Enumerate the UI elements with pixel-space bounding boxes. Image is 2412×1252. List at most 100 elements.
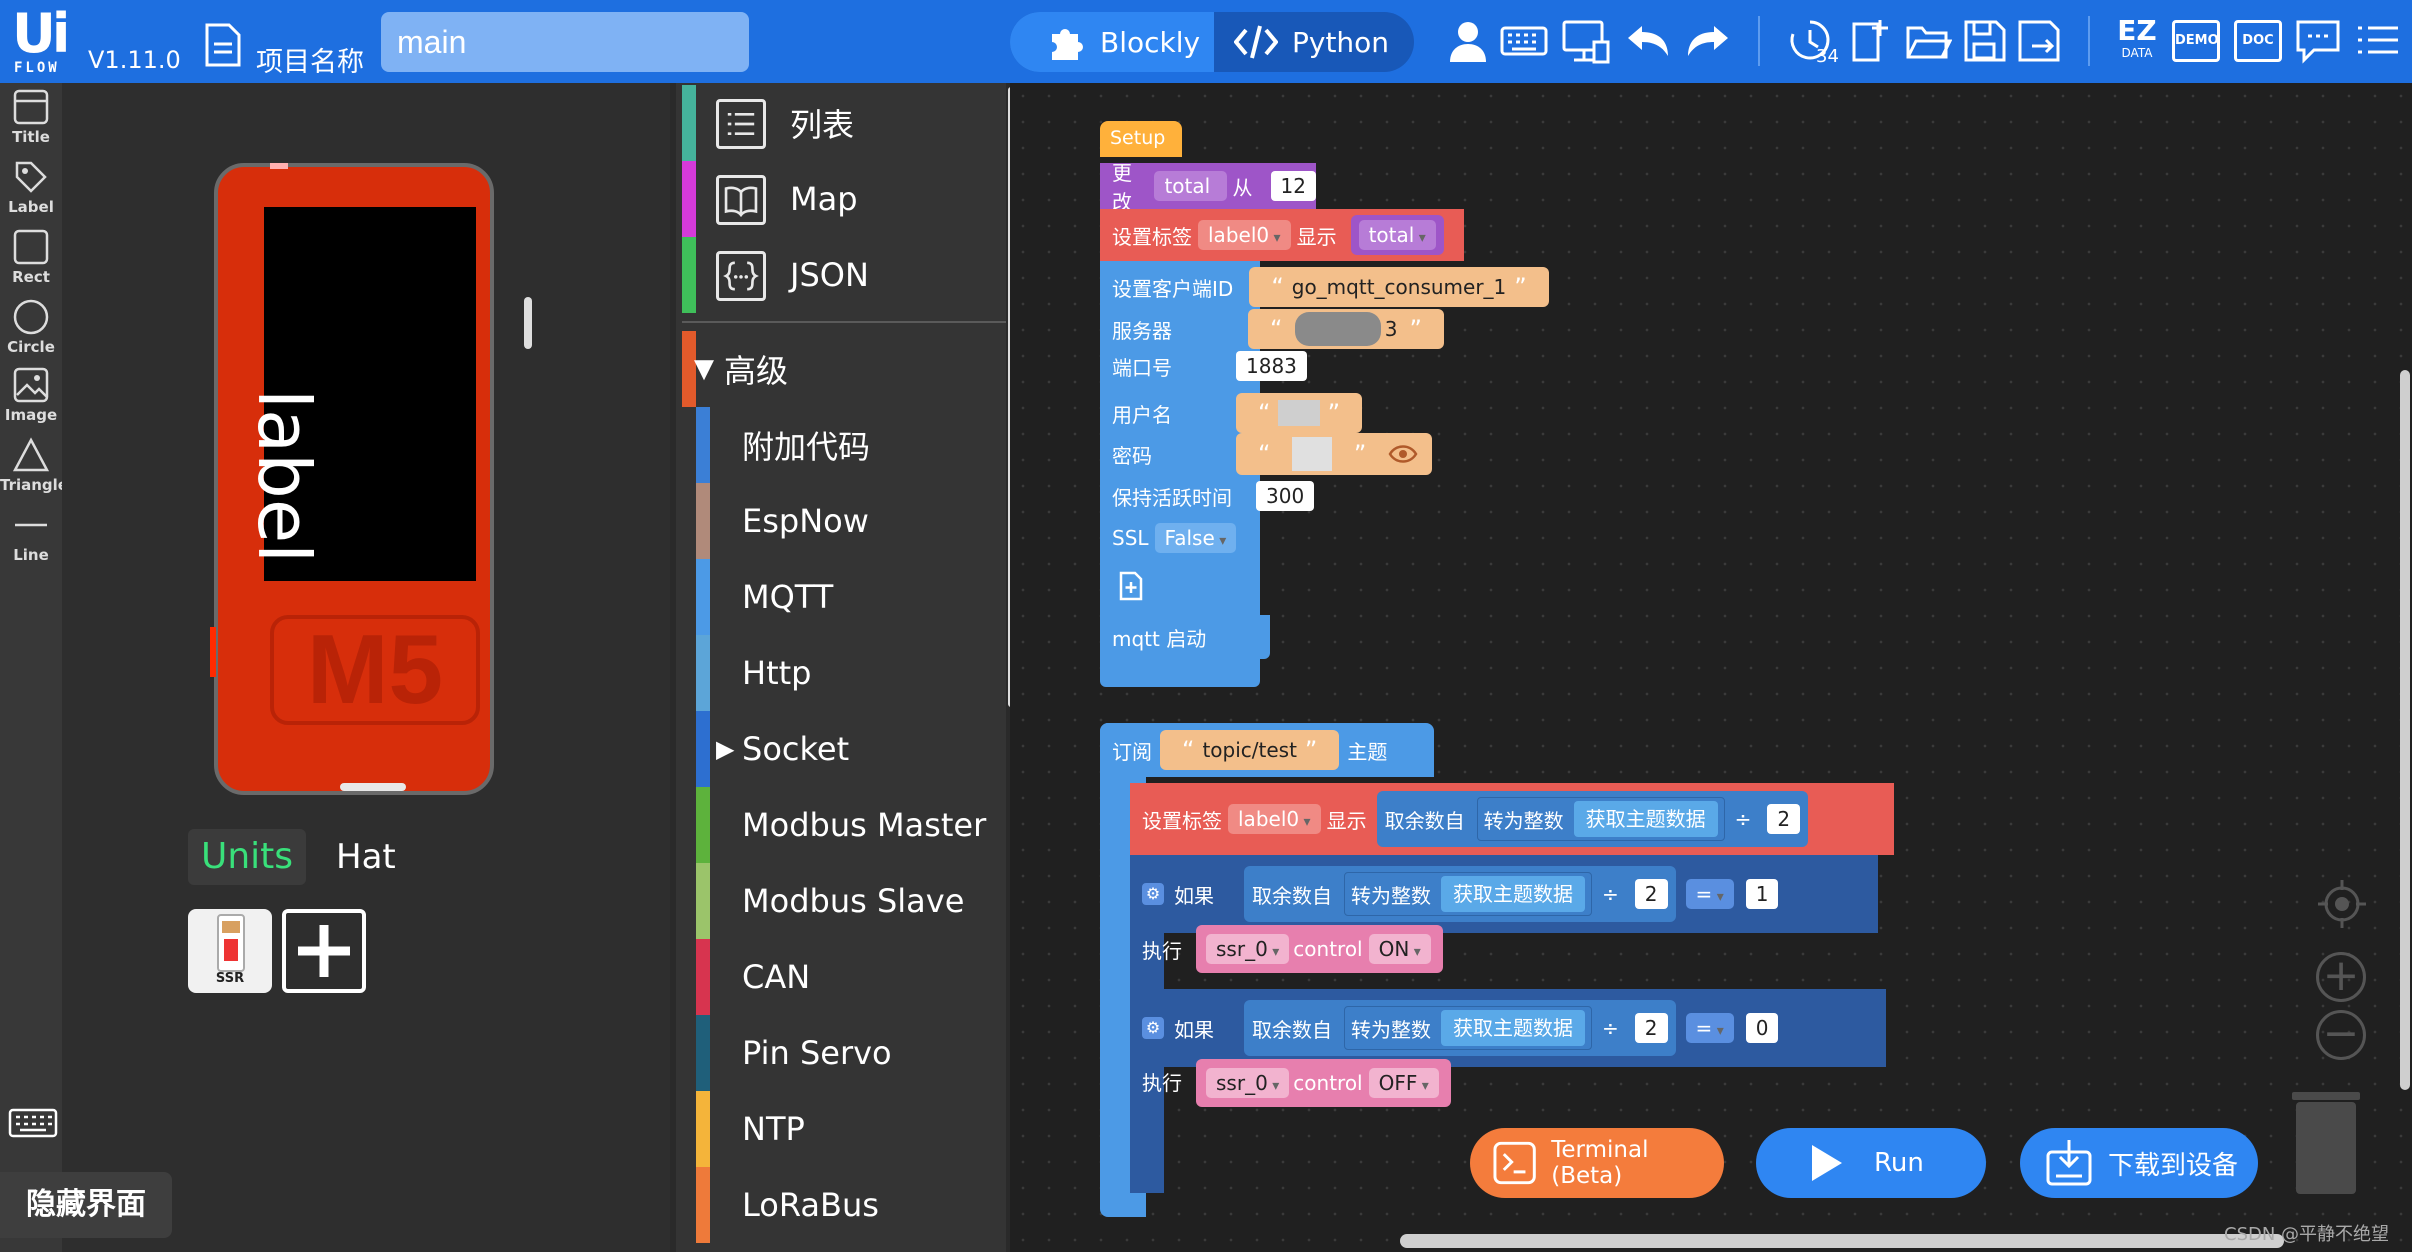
zoom-in-button[interactable]: +: [2316, 952, 2366, 1002]
category-modbus-slave[interactable]: Modbus Slave: [676, 863, 1006, 939]
category-can[interactable]: CAN: [676, 939, 1006, 1015]
get-topic-data[interactable]: 获取主题数据: [1573, 801, 1718, 837]
category-mqtt[interactable]: MQTT: [676, 559, 1006, 635]
set-label-mod-block[interactable]: 设置标签 label0 显示 取余数自 转为整数 获取主题数据 ÷ 2: [1130, 783, 1894, 855]
tab-blockly[interactable]: Blockly: [1010, 12, 1214, 72]
category-advanced[interactable]: ▼ 高级: [676, 331, 1006, 407]
tool-label[interactable]: Label: [0, 159, 62, 216]
variable-dropdown[interactable]: total: [1358, 220, 1436, 250]
run-button[interactable]: Run: [1756, 1128, 1986, 1198]
feedback-icon[interactable]: [2294, 16, 2342, 66]
zoom-out-button[interactable]: −: [2316, 1010, 2366, 1060]
doc-button[interactable]: DOC: [2234, 20, 2282, 62]
save-as-icon[interactable]: [2014, 16, 2062, 66]
gear-icon[interactable]: ⚙: [1142, 1017, 1164, 1039]
category-espnow[interactable]: EspNow: [676, 483, 1006, 559]
download-button[interactable]: 下载到设备: [2020, 1128, 2258, 1198]
number-field[interactable]: 2: [1634, 879, 1668, 909]
number-field[interactable]: 2: [1634, 1013, 1668, 1043]
tab-python[interactable]: Python: [1220, 12, 1414, 72]
trash-icon[interactable]: [2292, 1092, 2360, 1194]
category-socket[interactable]: ▶ Socket: [676, 711, 1006, 787]
tool-title[interactable]: Title: [0, 89, 62, 146]
if-block[interactable]: ⚙ 如果 取余数自 转为整数 获取主题数据 ÷ 2 = 1: [1130, 855, 1878, 933]
ssr-control-block[interactable]: ssr_0 control OFF: [1196, 1059, 1451, 1107]
blockly-workspace[interactable]: Setup 更改 total 从 12 设置标签 label0 显示 total…: [1010, 83, 2412, 1252]
mod-expression[interactable]: 取余数自 转为整数 获取主题数据 ÷ 2: [1376, 791, 1809, 847]
ssr-dropdown[interactable]: ssr_0: [1206, 934, 1290, 964]
gear-icon[interactable]: ⚙: [1142, 883, 1164, 905]
number-field[interactable]: 0: [1745, 1013, 1779, 1043]
category-modbus-master[interactable]: Modbus Master: [676, 787, 1006, 863]
category-http[interactable]: Http: [676, 635, 1006, 711]
tab-units[interactable]: Units: [188, 829, 306, 885]
client-id-string[interactable]: “go_mqtt_consumer_1”: [1249, 267, 1549, 307]
ez-data-button[interactable]: EZ DATA: [2112, 16, 2162, 66]
get-topic-data[interactable]: 获取主题数据: [1441, 1010, 1585, 1046]
category-json[interactable]: JSON: [676, 237, 1006, 313]
category-pin-servo[interactable]: Pin Servo: [676, 1015, 1006, 1091]
keyboard-icon[interactable]: [1500, 16, 1548, 66]
label-dropdown[interactable]: label0: [1228, 804, 1321, 834]
new-file-icon[interactable]: [1848, 16, 1896, 66]
save-icon[interactable]: [1960, 16, 2008, 66]
category-ntp[interactable]: NTP: [676, 1091, 1006, 1167]
subscribe-block[interactable]: 订阅 “topic/test” 主题: [1100, 723, 1434, 777]
mod-expression[interactable]: 取余数自 转为整数 获取主题数据 ÷ 2: [1244, 1000, 1676, 1056]
category-list[interactable]: 列表: [676, 85, 1006, 161]
device-screen[interactable]: label: [242, 207, 476, 581]
to-int-expression[interactable]: 转为整数 获取主题数据: [1344, 1006, 1592, 1050]
tool-line[interactable]: Line: [0, 507, 62, 564]
project-name-input[interactable]: [381, 12, 749, 72]
tool-circle[interactable]: Circle: [0, 299, 62, 356]
if-block[interactable]: ⚙ 如果 取余数自 转为整数 获取主题数据 ÷ 2 = 0: [1130, 989, 1886, 1067]
user-icon[interactable]: [1444, 16, 1492, 66]
category-extra-code[interactable]: 附加代码: [676, 407, 1006, 483]
add-item-icon[interactable]: [1116, 571, 1146, 601]
terminal-button[interactable]: Terminal (Beta): [1470, 1128, 1724, 1198]
tool-triangle[interactable]: Triangle: [0, 437, 68, 494]
history-button[interactable]: 34: [1786, 16, 1839, 67]
keyboard-toggle-icon[interactable]: [8, 1108, 58, 1138]
topic-value[interactable]: topic/test: [1202, 738, 1296, 762]
change-variable-block[interactable]: 更改 total 从 12: [1100, 161, 1316, 214]
setup-block[interactable]: Setup: [1100, 121, 1182, 157]
number-field[interactable]: 2: [1767, 804, 1801, 834]
ssr-control-block[interactable]: ssr_0 control ON: [1196, 925, 1443, 973]
hide-ui-button[interactable]: 隐藏界面: [0, 1172, 172, 1238]
variable-dropdown[interactable]: total: [1154, 171, 1227, 201]
undo-icon[interactable]: [1624, 16, 1672, 66]
screen-label-widget[interactable]: label: [242, 389, 326, 563]
ssr-dropdown[interactable]: ssr_0: [1206, 1068, 1290, 1098]
to-int-expression[interactable]: 转为整数 获取主题数据: [1476, 797, 1725, 841]
topic-string[interactable]: “topic/test”: [1160, 730, 1340, 770]
compare-operator[interactable]: =: [1685, 879, 1734, 909]
on-off-dropdown[interactable]: ON: [1368, 934, 1431, 964]
menu-icon[interactable]: [2354, 16, 2402, 66]
server-string[interactable]: “3”: [1248, 309, 1444, 349]
number-field[interactable]: 1: [1745, 879, 1779, 909]
username-string[interactable]: “”: [1236, 393, 1362, 433]
ssl-dropdown[interactable]: False: [1154, 523, 1237, 553]
category-map[interactable]: Map: [676, 161, 1006, 237]
mqtt-start-block[interactable]: mqtt 启动: [1100, 615, 1270, 659]
tab-hat[interactable]: Hat: [336, 829, 396, 885]
port-field[interactable]: 1883: [1236, 351, 1307, 381]
eye-icon[interactable]: [1388, 444, 1418, 464]
unit-ssr-card[interactable]: SSR: [188, 909, 272, 993]
password-string[interactable]: “”: [1236, 433, 1432, 475]
add-unit-button[interactable]: [282, 909, 366, 993]
workspace-horizontal-scrollbar[interactable]: [1400, 1234, 2284, 1248]
device-monitor-icon[interactable]: [1562, 16, 1610, 66]
category-lorabus[interactable]: LoRaBus: [676, 1167, 1006, 1243]
recenter-icon[interactable]: [2316, 878, 2368, 930]
get-topic-data[interactable]: 获取主题数据: [1441, 876, 1585, 912]
to-int-expression[interactable]: 转为整数 获取主题数据: [1344, 872, 1592, 916]
label-dropdown[interactable]: label0: [1198, 220, 1291, 250]
compare-operator[interactable]: =: [1685, 1013, 1734, 1043]
on-off-dropdown[interactable]: OFF: [1368, 1068, 1439, 1098]
demo-button[interactable]: DEMO: [2172, 20, 2220, 62]
redo-icon[interactable]: [1684, 16, 1732, 66]
tool-rect[interactable]: Rect: [0, 229, 62, 286]
server-value-tail[interactable]: 3: [1385, 317, 1398, 341]
